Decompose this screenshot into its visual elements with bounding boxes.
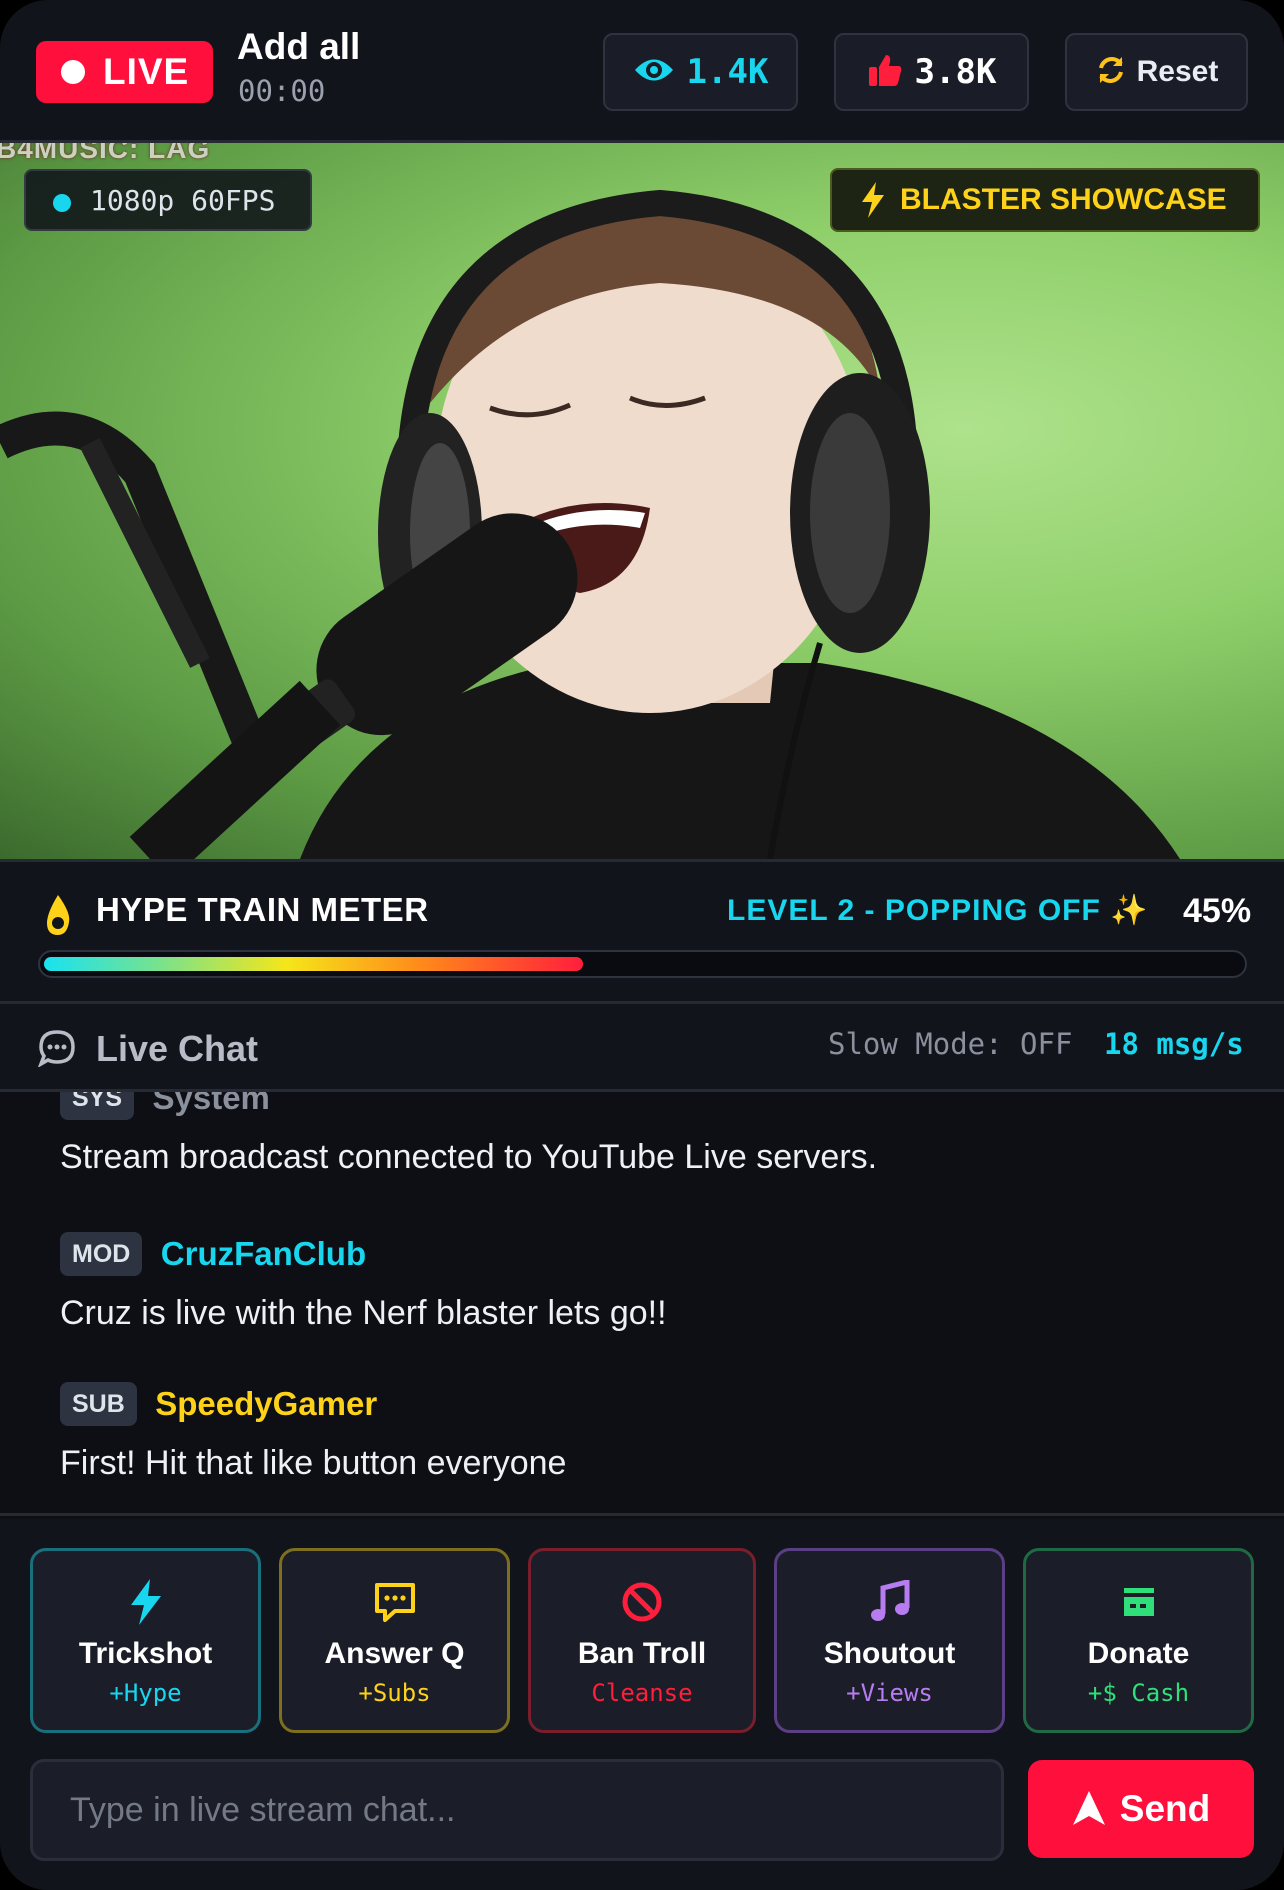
streamer-video-frame (0, 189, 1180, 859)
quality-badge[interactable]: 1080p 60FPS (24, 169, 312, 231)
chat-input[interactable] (30, 1759, 1004, 1861)
action-reward: +Hype (109, 1679, 182, 1707)
cash-register-icon (1026, 1577, 1251, 1627)
send-button[interactable]: Send (1028, 1760, 1254, 1858)
chat-header: Live Chat Slow Mode: OFF 18 msg/s (0, 1004, 1284, 1092)
answer-question-button[interactable]: Answer Q +Subs (279, 1548, 510, 1733)
donate-button[interactable]: Donate +$ Cash (1023, 1548, 1254, 1733)
thumbs-up-icon (867, 52, 903, 93)
refresh-icon (1095, 54, 1127, 91)
action-label: Trickshot (78, 1637, 213, 1670)
quality-label: 1080p 60FPS (90, 183, 276, 217)
lightning-icon (33, 1577, 258, 1627)
chat-message-text: Stream broadcast connected to YouTube Li… (60, 1138, 878, 1176)
showcase-label: BLASTER SHOWCASE (900, 183, 1227, 216)
status-dot-icon (53, 194, 71, 212)
video-player[interactable]: B4MUSIC: LAG 1080p 60FPS BLASTER SHOWCAS… (0, 143, 1284, 859)
music-note-icon (777, 1577, 1002, 1627)
slow-mode-status: Slow Mode: OFF (828, 1027, 1073, 1061)
live-label: LIVE (103, 51, 190, 92)
user-role-badge: MOD (60, 1232, 143, 1276)
chat-messages[interactable]: SYS System Stream broadcast connected to… (0, 1092, 1284, 1516)
action-label: Shoutout (823, 1637, 956, 1670)
chat-bubble-icon (37, 1029, 76, 1072)
chat-message: SYS System Stream broadcast connected to… (60, 1092, 877, 1177)
action-label: Answer Q (324, 1637, 465, 1670)
chat-bubble-icon (282, 1577, 507, 1627)
reset-button[interactable]: Reset (1065, 33, 1248, 111)
shoutout-button[interactable]: Shoutout +Views (774, 1548, 1005, 1733)
stream-title: Add all (237, 26, 361, 67)
hype-title: HYPE TRAIN METER (96, 891, 429, 928)
trickshot-button[interactable]: Trickshot +Hype (30, 1548, 261, 1733)
flame-icon (45, 895, 71, 940)
action-label: Ban Troll (577, 1637, 707, 1670)
chat-username[interactable]: CruzFanClub (161, 1235, 366, 1273)
chat-message: SUB SpeedyGamer First! Hit that like but… (60, 1382, 566, 1483)
chat-username[interactable]: SpeedyGamer (155, 1385, 377, 1423)
hype-level: LEVEL 2 - POPPING OFF ✨ (727, 894, 1149, 927)
action-reward: +Views (846, 1679, 933, 1707)
user-role-badge: SUB (60, 1382, 137, 1426)
send-label: Send (1119, 1788, 1211, 1829)
hype-progress-fill (44, 957, 583, 971)
eye-icon (633, 55, 675, 90)
stream-overlay-text: B4MUSIC: LAG (0, 143, 211, 164)
send-icon (1072, 1790, 1106, 1829)
user-role-badge: SYS (60, 1092, 135, 1120)
stream-app: LIVE Add all 00:00 1.4K 3.8K Reset B4MUS… (0, 0, 1284, 1890)
header-bar: LIVE Add all 00:00 1.4K 3.8K Reset (0, 0, 1284, 143)
hype-progress-track (38, 950, 1247, 978)
message-rate: 18 msg/s (1104, 1027, 1244, 1061)
viewer-count-chip: 1.4K (603, 33, 798, 111)
hype-train-meter: HYPE TRAIN METER LEVEL 2 - POPPING OFF ✨… (0, 859, 1284, 1004)
stream-timer: 00:00 (238, 74, 326, 108)
action-reward: Cleanse (591, 1679, 693, 1707)
chat-message-text: Cruz is live with the Nerf blaster lets … (60, 1294, 667, 1332)
ban-icon (531, 1577, 753, 1627)
live-badge: LIVE (36, 41, 213, 103)
hype-percent: 45% (1183, 892, 1252, 930)
live-dot-icon (61, 60, 85, 84)
like-count: 3.8K (914, 52, 997, 92)
chat-message: MOD CruzFanClub Cruz is live with the Ne… (60, 1232, 667, 1333)
chat-message-text: First! Hit that like button everyone (60, 1444, 567, 1482)
action-reward: +$ Cash (1087, 1679, 1190, 1707)
action-reward: +Subs (358, 1679, 431, 1707)
viewer-count: 1.4K (686, 52, 769, 92)
reset-label: Reset (1136, 55, 1219, 88)
chat-title: Live Chat (96, 1028, 259, 1069)
showcase-badge: BLASTER SHOWCASE (830, 168, 1260, 232)
action-label: Donate (1087, 1637, 1190, 1670)
chat-username[interactable]: System (152, 1092, 269, 1117)
like-button[interactable]: 3.8K (834, 33, 1029, 111)
lightning-icon (860, 182, 886, 218)
ban-troll-button[interactable]: Ban Troll Cleanse (528, 1548, 756, 1733)
action-panel: Trickshot +Hype Answer Q +Subs Ban Troll… (0, 1519, 1284, 1890)
